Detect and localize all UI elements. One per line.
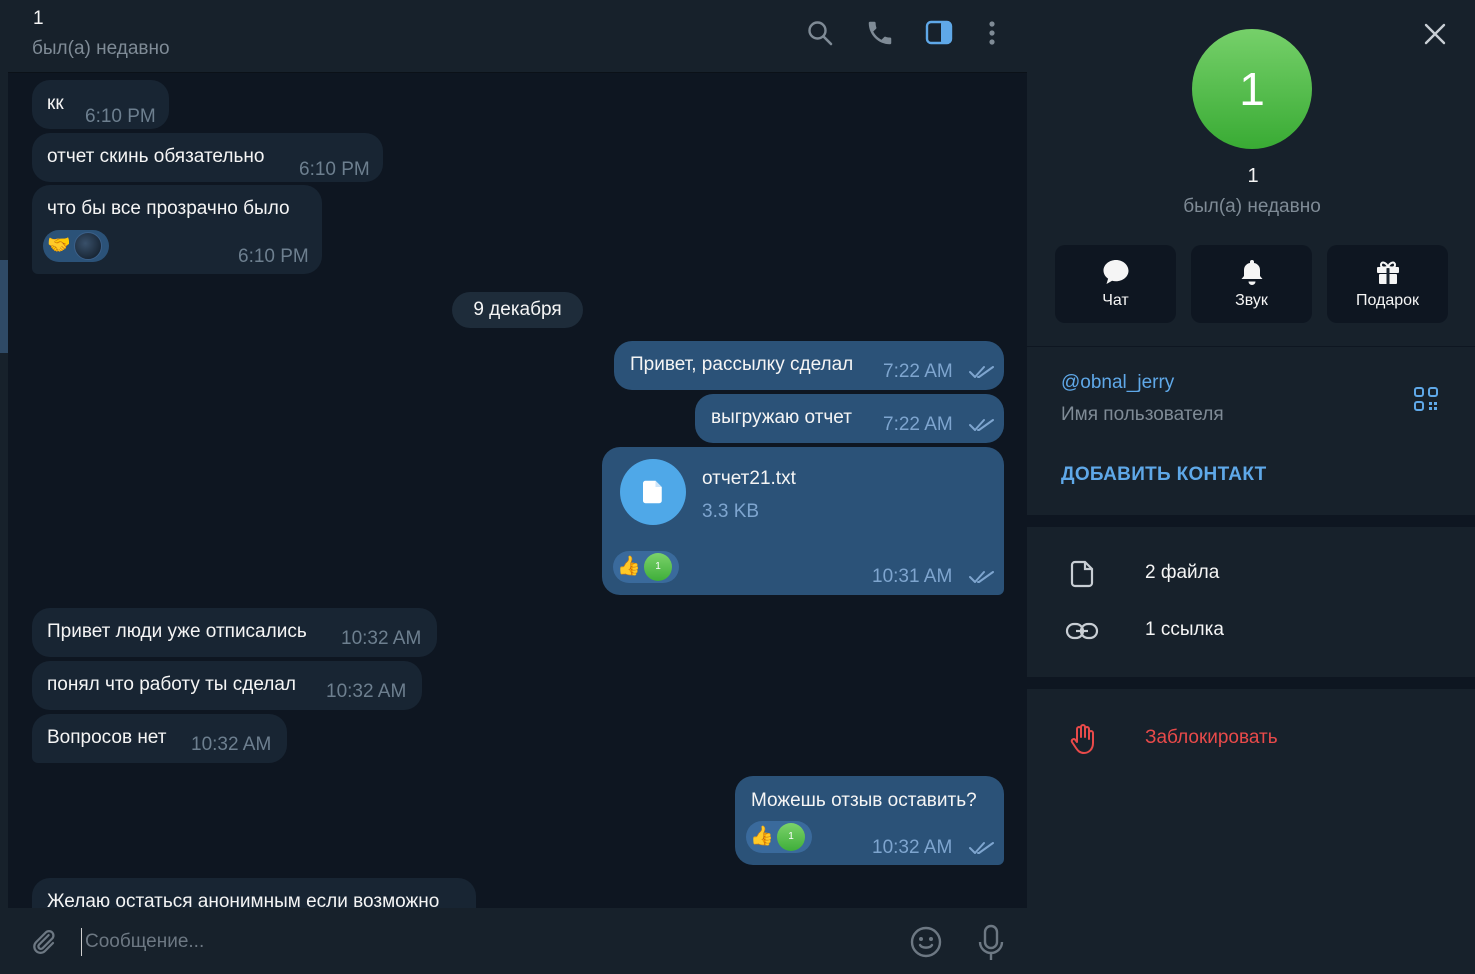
message-time: 6:10 PM <box>238 246 309 267</box>
chat-icon <box>1055 257 1176 287</box>
message-text: отчет скинь обязательно <box>47 146 265 167</box>
reaction-count: 1 <box>777 823 805 851</box>
add-contact-button[interactable]: ДОБАВИТЬ КОНТАКТ <box>1061 464 1267 486</box>
attach-icon[interactable] <box>28 926 58 958</box>
message-text: понял что работу ты сделал <box>47 674 296 695</box>
scroll-marker <box>0 260 8 353</box>
read-ticks-icon <box>969 571 994 583</box>
close-icon[interactable] <box>1421 20 1449 48</box>
left-edge <box>0 0 8 974</box>
more-icon[interactable] <box>977 18 1007 48</box>
message-time: 7:22 AM <box>883 414 953 435</box>
profile-name: 1 <box>1247 165 1259 187</box>
links-count: 1 ссылка <box>1145 619 1224 640</box>
sidebar-toggle-icon[interactable] <box>924 18 954 48</box>
handshake-emoji: 🤝 <box>47 235 71 256</box>
gift-button-label: Подарок <box>1355 292 1420 309</box>
message-time: 10:31 AM <box>872 566 953 587</box>
message-time: 7:22 AM <box>883 361 953 382</box>
thumbs-up-emoji: 👍 <box>617 556 641 577</box>
message-list[interactable]: кк 6:10 PM отчет скинь обязательно 6:10 … <box>8 74 1027 908</box>
message-text: Вопросов нет <box>47 727 167 748</box>
block-user-button[interactable]: Заблокировать <box>1027 719 1475 759</box>
chat-button-label: Чат <box>1102 292 1129 309</box>
search-icon[interactable] <box>805 18 835 48</box>
message-text: кк <box>47 93 64 114</box>
message-incoming[interactable]: Вопросов нет 10:32 AM <box>32 714 287 763</box>
chat-button[interactable]: Чат <box>1055 245 1176 323</box>
message-time: 10:32 AM <box>872 837 953 858</box>
date-separator: 9 декабря <box>452 292 583 328</box>
message-time: 10:32 AM <box>191 734 272 755</box>
file-icon[interactable] <box>620 459 686 525</box>
file-size: 3.3 KB <box>702 501 760 522</box>
chat-header[interactable]: 1 был(а) недавно <box>8 0 1027 73</box>
chat-area: 1 был(а) недавно кк 6:10 PM отчет скинь … <box>8 0 1027 974</box>
username[interactable]: @obnal_jerry <box>1061 372 1174 394</box>
thumbs-up-emoji: 👍 <box>750 826 774 847</box>
message-text: что бы все прозрачно было <box>47 198 290 219</box>
read-ticks-icon <box>969 842 994 854</box>
message-incoming[interactable]: Желаю остаться анонимным если возможно <box>32 878 476 908</box>
message-text: Можешь отзыв оставить? <box>751 790 977 811</box>
shared-media-section: 2 файла 1 ссылка <box>1027 527 1475 677</box>
message-text: выгружаю отчет <box>711 407 852 428</box>
message-incoming[interactable]: отчет скинь обязательно 6:10 PM <box>32 133 383 182</box>
chat-title[interactable]: 1 <box>33 8 44 30</box>
emoji-icon[interactable] <box>909 925 943 959</box>
info-section: @obnal_jerry Имя пользователя ДОБАВИТЬ К… <box>1027 347 1475 515</box>
gift-button[interactable]: Подарок <box>1327 245 1448 323</box>
message-text: Привет, рассылку сделал <box>630 354 854 375</box>
read-ticks-icon <box>969 366 994 378</box>
message-reaction[interactable]: 👍 1 <box>613 551 679 583</box>
links-row[interactable]: 1 ссылка <box>1027 604 1475 656</box>
message-outgoing[interactable]: выгружаю отчет 7:22 AM <box>695 394 1004 443</box>
phone-icon[interactable] <box>865 18 895 48</box>
chat-status: был(а) недавно <box>32 38 170 59</box>
username-caption: Имя пользователя <box>1061 404 1224 425</box>
file-name[interactable]: отчет21.txt <box>702 467 796 491</box>
bell-icon <box>1191 257 1312 287</box>
file-icon <box>1067 559 1097 589</box>
message-incoming[interactable]: кк 6:10 PM <box>32 80 169 129</box>
message-outgoing-file[interactable]: отчет21.txt 3.3 KB 👍 1 10:31 AM <box>602 447 1004 595</box>
message-time: 6:10 PM <box>85 106 156 127</box>
message-input[interactable] <box>81 928 861 956</box>
profile-panel: 1 1 был(а) недавно Чат Звук Подарок @obn… <box>1027 0 1475 974</box>
sound-button-label: Звук <box>1235 292 1268 309</box>
block-label: Заблокировать <box>1145 727 1278 748</box>
profile-header: 1 1 был(а) недавно Чат Звук Подарок <box>1027 0 1475 346</box>
message-outgoing[interactable]: Привет, рассылку сделал 7:22 AM <box>614 341 1004 390</box>
message-incoming[interactable]: Привет люди уже отписались 10:32 AM <box>32 608 437 657</box>
read-ticks-icon <box>969 419 994 431</box>
message-text: Желаю остаться анонимным если возможно <box>47 891 440 908</box>
message-incoming[interactable]: понял что работу ты сделал 10:32 AM <box>32 661 422 710</box>
block-section: Заблокировать <box>1027 689 1475 974</box>
link-icon <box>1065 616 1099 646</box>
message-time: 10:32 AM <box>326 681 407 702</box>
sound-button[interactable]: Звук <box>1191 245 1312 323</box>
gift-icon <box>1327 257 1448 287</box>
message-reaction[interactable]: 🤝 <box>43 230 109 262</box>
avatar[interactable]: 1 <box>1192 29 1312 149</box>
reaction-count: 1 <box>644 553 672 581</box>
message-reaction[interactable]: 👍 1 <box>746 821 812 853</box>
message-composer <box>8 908 1027 974</box>
message-outgoing[interactable]: Можешь отзыв оставить? 👍 1 10:32 AM <box>735 776 1004 865</box>
files-row[interactable]: 2 файла <box>1027 547 1475 599</box>
message-time: 6:10 PM <box>299 159 370 180</box>
qr-code-icon[interactable] <box>1413 386 1439 412</box>
message-text: Привет люди уже отписались <box>47 621 307 642</box>
profile-status: был(а) недавно <box>1183 196 1321 217</box>
hand-stop-icon <box>1069 723 1097 755</box>
microphone-icon[interactable] <box>976 924 1006 962</box>
message-incoming[interactable]: что бы все прозрачно было 🤝 6:10 PM <box>32 185 322 274</box>
message-time: 10:32 AM <box>341 628 422 649</box>
reactor-avatar <box>74 232 102 260</box>
files-count: 2 файла <box>1145 562 1220 583</box>
